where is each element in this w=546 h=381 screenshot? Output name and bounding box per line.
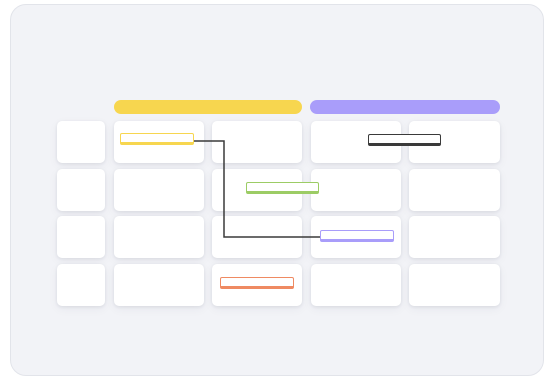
grid-cell (311, 264, 401, 306)
header-bar-purple (310, 100, 500, 114)
grid-cell (409, 216, 500, 258)
grid-cell (212, 216, 302, 258)
task-bar-dark (368, 134, 441, 146)
grid-cell (114, 216, 204, 258)
task-bar-yellow (120, 133, 194, 145)
grid-cell (114, 169, 204, 211)
grid-cell (409, 169, 500, 211)
row-label-cell (57, 121, 105, 163)
grid-cell (409, 264, 500, 306)
row-label-cell (57, 169, 105, 211)
task-bar-purple (320, 230, 394, 242)
row-label-cell (57, 216, 105, 258)
task-bar-orange (220, 277, 294, 289)
grid-cell (114, 264, 204, 306)
header-bar-yellow (114, 100, 302, 114)
task-bar-green (246, 182, 319, 194)
grid-cell (311, 169, 401, 211)
row-label-cell (57, 264, 105, 306)
grid-cell (212, 121, 302, 163)
